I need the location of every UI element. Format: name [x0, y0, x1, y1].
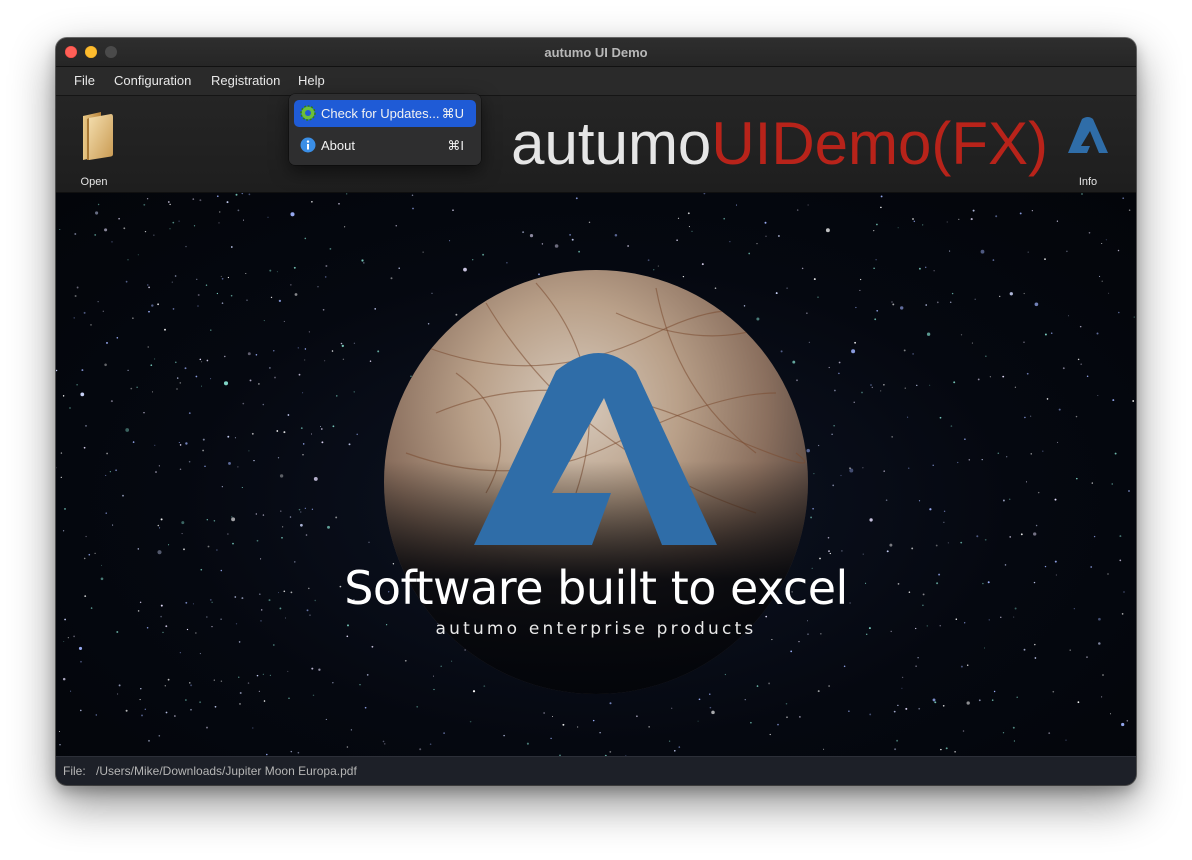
app-window: autumo UI Demo File Configuration Regist… [56, 38, 1136, 785]
title-bar: autumo UI Demo [56, 38, 1136, 67]
menu-item-label: About [321, 138, 355, 153]
menu-item-about[interactable]: About ⌘I [294, 132, 476, 159]
status-file-path: /Users/Mike/Downloads/Jupiter Moon Europ… [96, 764, 357, 778]
menu-item-shortcut: ⌘I [447, 138, 464, 153]
gear-update-icon [300, 105, 316, 121]
open-label: Open [80, 176, 108, 188]
info-button[interactable]: Info [1058, 108, 1118, 188]
info-icon [300, 137, 316, 153]
europa-moon-image [384, 270, 808, 694]
help-menu-dropdown: Check for Updates... ⌘U About ⌘I [289, 94, 481, 165]
menu-help[interactable]: Help [298, 73, 325, 88]
brand-title-light: autumo [511, 110, 712, 177]
autumo-logo-icon [1068, 117, 1108, 153]
hero-headline: Software built to excel [344, 561, 848, 615]
status-bar: File: /Users/Mike/Downloads/Jupiter Moon… [56, 756, 1136, 785]
brand-title-accent: UIDemo(FX) [711, 110, 1048, 177]
open-button[interactable]: Open [64, 108, 124, 188]
menu-bar: File Configuration Registration Help [56, 67, 1136, 96]
menu-configuration[interactable]: Configuration [114, 73, 191, 88]
window-title: autumo UI Demo [544, 45, 648, 60]
toolbar: Open autumoUIDemo(FX) Info [56, 96, 1136, 193]
status-file-label: File: [63, 764, 86, 778]
menu-file[interactable]: File [74, 73, 95, 88]
brand-title: autumoUIDemo(FX) [511, 114, 1048, 174]
menu-item-shortcut: ⌘U [441, 106, 464, 121]
hero-subline: autumo enterprise products [435, 619, 757, 639]
menu-registration[interactable]: Registration [211, 73, 280, 88]
menu-item-check-for-updates[interactable]: Check for Updates... ⌘U [294, 100, 476, 127]
splash-area: Software built to excel autumo enterpris… [56, 193, 1136, 757]
info-label: Info [1078, 176, 1098, 188]
menu-item-label: Check for Updates... [321, 106, 440, 121]
folder-icon [83, 112, 113, 160]
